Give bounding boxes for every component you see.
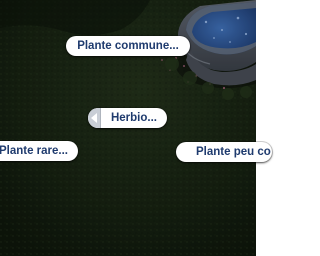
pie-option-common-plant[interactable]: Plante commune... [66,36,190,56]
pie-menu-center-button[interactable]: Herbio... [88,108,167,128]
pie-option-rare-plant[interactable]: Plante rare... [0,141,78,161]
pie-menu-center-label: Herbio... [110,112,157,124]
pie-option-label: Plante rare... [0,145,68,157]
pie-option-uncommon-plant[interactable]: Plante peu co [176,142,272,162]
back-arrow-icon [91,113,97,123]
back-button[interactable] [88,108,101,128]
pie-option-label: Plante peu co [196,146,271,158]
pie-option-label: Plante commune... [77,40,179,52]
